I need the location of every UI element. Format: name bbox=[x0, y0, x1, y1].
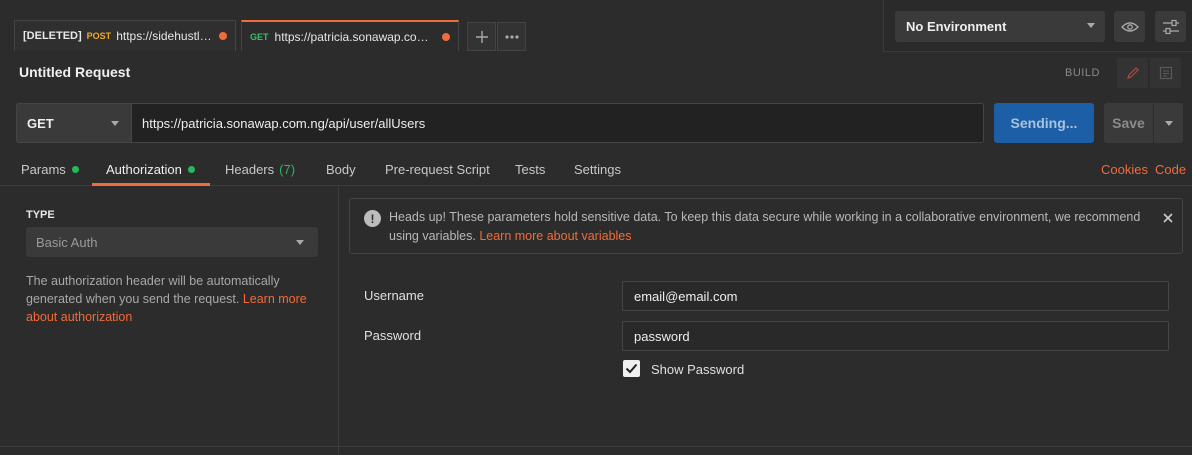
auth-type-panel: TYPE Basic Auth The authorization header… bbox=[0, 186, 339, 455]
http-method-select[interactable]: GET bbox=[16, 103, 132, 143]
code-link[interactable]: Code bbox=[1155, 162, 1186, 177]
username-field[interactable] bbox=[622, 281, 1169, 311]
tab-headers[interactable]: Headers (7) bbox=[225, 162, 295, 177]
tab-tests[interactable]: Tests bbox=[515, 162, 545, 177]
auth-type-value: Basic Auth bbox=[36, 234, 98, 250]
tab-authorization-label: Authorization bbox=[106, 162, 182, 177]
request-title[interactable]: Untitled Request bbox=[19, 64, 130, 80]
environment-select-value: No Environment bbox=[906, 19, 1007, 34]
auth-description: The authorization header will be automat… bbox=[26, 272, 322, 326]
dismiss-warning-button[interactable] bbox=[1160, 210, 1176, 226]
learn-more-variables-link[interactable]: Learn more about variables bbox=[479, 229, 631, 243]
sensitive-data-warning: ! Heads up! These parameters hold sensit… bbox=[349, 198, 1183, 254]
password-label: Password bbox=[364, 328, 422, 343]
eye-icon bbox=[1120, 21, 1139, 32]
status-dot-icon bbox=[187, 166, 195, 173]
tab-method-post: POST bbox=[86, 31, 112, 41]
tab-url: https://sidehustle.n... bbox=[116, 29, 215, 43]
show-password-checkbox[interactable] bbox=[623, 360, 640, 377]
tab-url: https://patricia.sonawap.com.n... bbox=[274, 29, 438, 44]
alert-icon: ! bbox=[364, 210, 381, 227]
auth-type-label: TYPE bbox=[26, 209, 55, 221]
auth-type-select[interactable]: Basic Auth bbox=[26, 227, 318, 257]
cookies-link[interactable]: Cookies bbox=[1101, 162, 1148, 177]
tab-body[interactable]: Body bbox=[326, 162, 356, 177]
send-button[interactable]: Sending... bbox=[994, 103, 1094, 143]
close-icon bbox=[1163, 213, 1173, 223]
save-options-button[interactable] bbox=[1154, 103, 1183, 143]
unsaved-dot-icon bbox=[442, 32, 450, 41]
manage-environments-button[interactable] bbox=[1155, 11, 1186, 42]
request-subtabs: Params Authorization Headers (7) Body Pre… bbox=[0, 153, 1192, 186]
tab-params-label: Params bbox=[21, 162, 66, 177]
show-password-label[interactable]: Show Password bbox=[651, 362, 744, 377]
tab-method-get: GET bbox=[250, 31, 269, 42]
request-tab-active-get[interactable]: GET https://patricia.sonawap.com.n... bbox=[241, 20, 459, 51]
warning-message: Heads up! These parameters hold sensitiv… bbox=[389, 208, 1159, 246]
unsaved-dot-icon bbox=[219, 32, 227, 40]
tab-settings[interactable]: Settings bbox=[574, 162, 621, 177]
ellipsis-icon bbox=[504, 34, 519, 39]
auth-description-text: The authorization header will be automat… bbox=[26, 274, 280, 306]
tab-headers-label: Headers bbox=[225, 162, 275, 177]
chevron-down-icon bbox=[111, 121, 119, 126]
divider bbox=[0, 446, 1192, 447]
request-docs-button[interactable] bbox=[1150, 58, 1181, 88]
edit-request-button[interactable] bbox=[1117, 58, 1148, 88]
document-icon bbox=[1159, 66, 1172, 80]
request-tab-bar: [DELETED] POST https://sidehustle.n... G… bbox=[0, 0, 1192, 52]
chevron-down-icon bbox=[1164, 120, 1173, 126]
environment-select[interactable]: No Environment bbox=[895, 11, 1105, 42]
tab-params[interactable]: Params bbox=[21, 162, 79, 177]
password-field[interactable] bbox=[622, 321, 1169, 351]
environment-quick-look-button[interactable] bbox=[1114, 11, 1145, 42]
new-tab-button[interactable] bbox=[467, 22, 496, 51]
tab-authorization[interactable]: Authorization bbox=[106, 162, 195, 177]
headers-count-badge: (7) bbox=[279, 162, 296, 177]
chevron-down-icon bbox=[296, 240, 304, 245]
status-dot-icon bbox=[71, 166, 79, 173]
build-mode-label: BUILD bbox=[1065, 67, 1100, 79]
plus-icon bbox=[475, 30, 488, 43]
sliders-icon bbox=[1162, 19, 1179, 34]
save-button[interactable]: Save bbox=[1104, 103, 1153, 143]
more-tabs-button[interactable] bbox=[497, 22, 526, 51]
tab-pre-request-script[interactable]: Pre-request Script bbox=[385, 162, 490, 177]
tab-deleted-prefix: [DELETED] bbox=[23, 30, 82, 42]
checkmark-icon bbox=[625, 363, 638, 374]
http-method-value: GET bbox=[27, 115, 54, 131]
username-label: Username bbox=[364, 288, 424, 303]
request-url-input[interactable] bbox=[132, 103, 984, 143]
chevron-down-icon bbox=[1087, 23, 1095, 28]
environment-panel: No Environment bbox=[883, 0, 1192, 52]
request-tab-deleted-post[interactable]: [DELETED] POST https://sidehustle.n... bbox=[14, 20, 236, 51]
pencil-icon bbox=[1126, 67, 1139, 79]
